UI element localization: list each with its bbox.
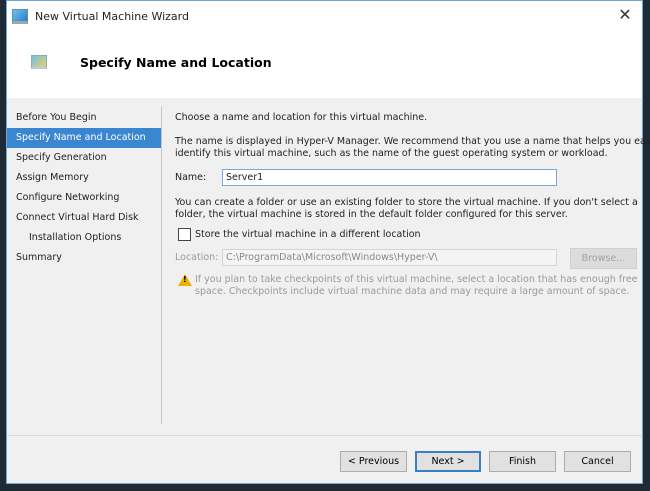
step-specify-name-and-location[interactable]: Specify Name and Location [7, 128, 161, 148]
close-button[interactable]: ✕ [614, 5, 636, 25]
browse-button[interactable]: Browse... [570, 248, 637, 269]
step-installation-options[interactable]: Installation Options [7, 228, 161, 248]
step-connect-virtual-hard-disk[interactable]: Connect Virtual Hard Disk [7, 208, 161, 228]
next-button[interactable]: Next > [415, 451, 481, 472]
step-configure-networking[interactable]: Configure Networking [7, 188, 161, 208]
wizard-header: Specify Name and Location [7, 31, 642, 98]
title-bar: New Virtual Machine Wizard ✕ [7, 1, 642, 31]
wizard-steps: Before You Begin Specify Name and Locati… [7, 108, 161, 268]
step-summary[interactable]: Summary [7, 248, 161, 268]
hyper-v-app-icon [12, 8, 28, 24]
checkpoint-warning-line1: If you plan to take checkpoints of this … [195, 274, 638, 285]
name-input[interactable]: Server1 [222, 169, 557, 186]
different-location-checkbox[interactable] [178, 228, 191, 241]
intro-text: Choose a name and location for this virt… [175, 112, 428, 123]
name-description-line2: identify this virtual machine, such as t… [175, 148, 608, 159]
location-input[interactable]: C:\ProgramData\Microsoft\Windows\Hyper-V… [222, 249, 557, 266]
virtual-machine-icon [31, 55, 47, 69]
window-title: New Virtual Machine Wizard [35, 9, 189, 23]
warning-icon: ! [178, 274, 192, 286]
checkpoint-warning-line2: space. Checkpoints include virtual machi… [195, 286, 630, 297]
nav-divider [161, 106, 162, 424]
previous-button[interactable]: < Previous [340, 451, 407, 472]
step-before-you-begin[interactable]: Before You Begin [7, 108, 161, 128]
location-label: Location: [175, 252, 219, 263]
footer-divider [7, 435, 642, 436]
name-description-line1: The name is displayed in Hyper-V Manager… [175, 136, 650, 147]
finish-button[interactable]: Finish [489, 451, 556, 472]
step-specify-generation[interactable]: Specify Generation [7, 148, 161, 168]
page-title: Specify Name and Location [80, 55, 272, 70]
cancel-button[interactable]: Cancel [564, 451, 631, 472]
folder-description-line2: folder, the virtual machine is stored in… [175, 209, 568, 220]
name-label: Name: [175, 172, 207, 183]
different-location-label[interactable]: Store the virtual machine in a different… [195, 229, 421, 241]
folder-description-line1: You can create a folder or use an existi… [175, 197, 638, 208]
wizard-window: New Virtual Machine Wizard ✕ Specify Nam… [6, 0, 650, 484]
step-assign-memory[interactable]: Assign Memory [7, 168, 161, 188]
